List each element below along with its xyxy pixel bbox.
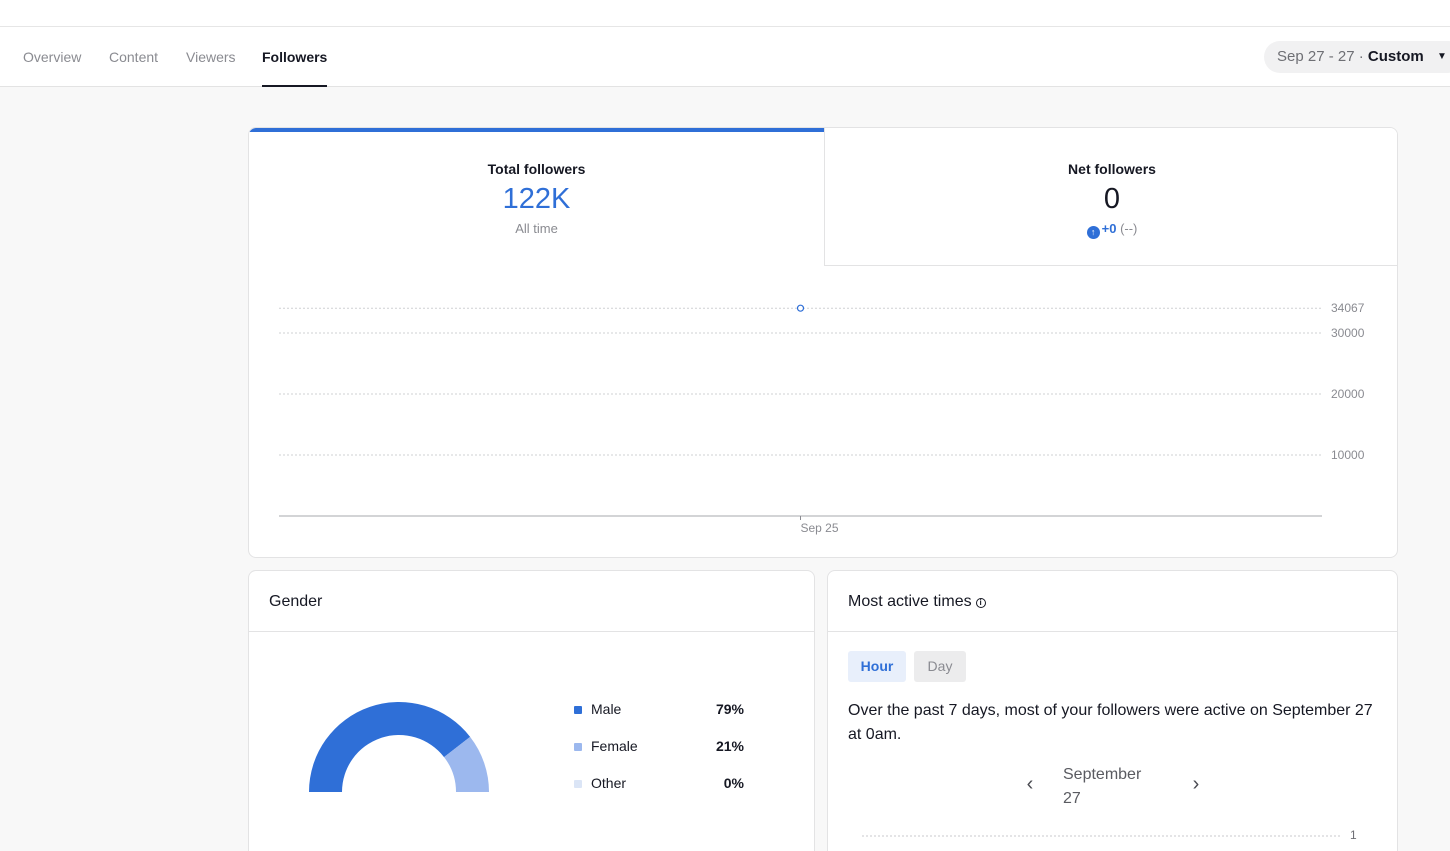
legend-label-male: Male <box>591 701 622 717</box>
followers-line-chart: 10000 20000 30000 34067 Sep 25 <box>279 301 1365 535</box>
legend-item-other: Other 0% <box>574 774 744 794</box>
y-tick-label-2: 30000 <box>1331 326 1365 340</box>
legend-value-male: 79% <box>715 701 744 717</box>
gender-card: Gender Male 79% Female 21% Other 0% <box>248 570 815 851</box>
legend-item-male: Male 79% <box>574 700 744 720</box>
data-point-0-0 <box>796 304 805 312</box>
date-range-mode: Custom <box>1367 48 1424 65</box>
legend-value-female: 21% <box>715 738 744 754</box>
date-range-picker[interactable]: Sep 27 - 27 · Custom ▼ <box>1264 41 1450 73</box>
active-times-tick: 1 <box>1350 828 1357 842</box>
date-range-text: Sep 27 - 27 <box>1277 48 1355 65</box>
y-tick-label-0: 10000 <box>1331 448 1365 462</box>
gender-donut-chart <box>309 702 489 792</box>
donut-slice-male <box>309 702 471 792</box>
legend-dot-other <box>574 780 582 788</box>
gender-title: Gender <box>269 593 323 610</box>
date-range-separator: · <box>1358 48 1364 65</box>
legend-item-female: Female 21% <box>574 737 744 757</box>
legend-dot-male <box>574 706 582 714</box>
y-tick-label-1: 20000 <box>1331 387 1365 401</box>
legend-label-female: Female <box>591 738 638 754</box>
analytics-tab-bar: Overview Content Viewers Followers <box>0 27 1450 87</box>
tab-overview[interactable]: Overview <box>23 27 81 87</box>
tab-viewers[interactable]: Viewers <box>186 27 236 87</box>
caret-down-icon: ▼ <box>1437 51 1447 62</box>
legend-dot-female <box>574 743 582 751</box>
tab-content[interactable]: Content <box>109 27 158 87</box>
followers-overview-card: Total followers 122K All time Net follow… <box>248 127 1398 558</box>
tab-followers[interactable]: Followers <box>262 27 328 87</box>
legend-value-other: 0% <box>723 775 744 791</box>
gender-card-header: Gender <box>249 571 814 632</box>
x-tick-label-0: Sep 25 <box>800 521 838 535</box>
y-tick-label-3: 34067 <box>1331 301 1365 315</box>
legend-label-other: Other <box>591 775 627 791</box>
top-bar <box>0 0 1450 27</box>
most-active-times-card: Most active times i Hour Day Over the pas… <box>827 570 1398 851</box>
active-times-chart: 1 <box>862 828 1357 842</box>
